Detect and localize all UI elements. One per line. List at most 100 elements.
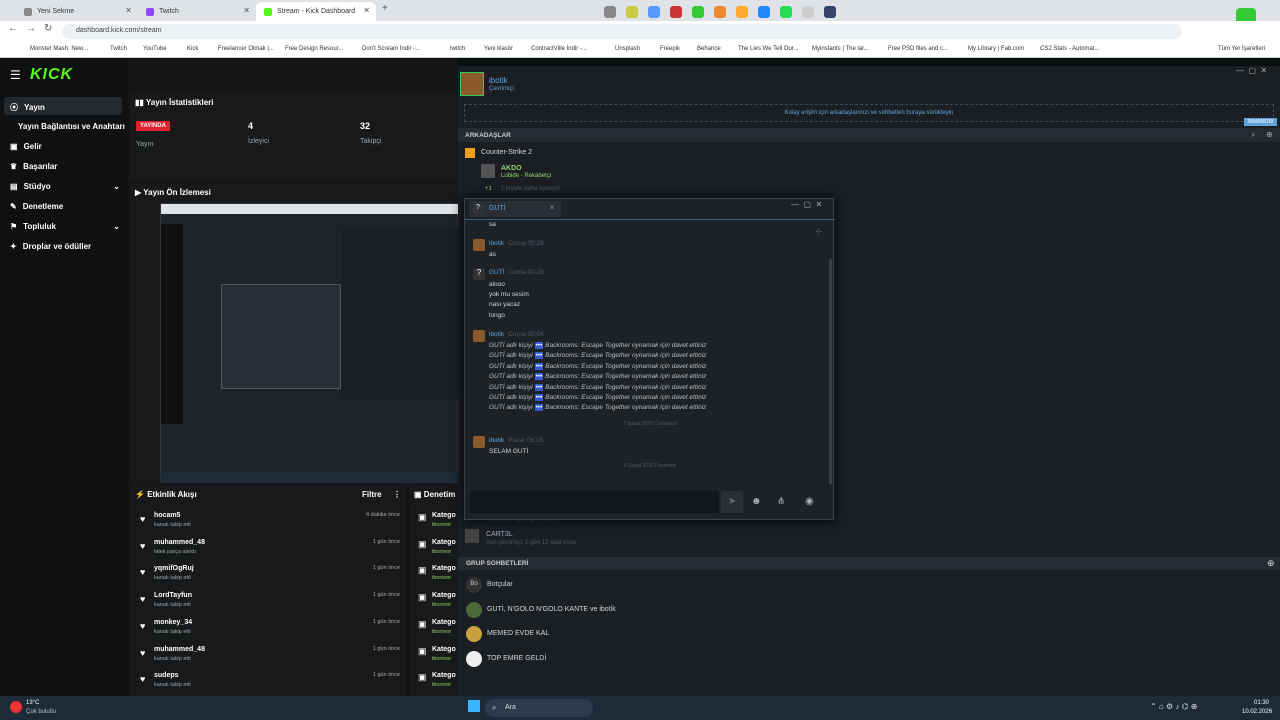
user-name[interactable]: ibotik — [489, 76, 508, 85]
group-avatar[interactable]: Bo — [466, 577, 482, 593]
bookmark-item[interactable]: Monster Mash: New... — [30, 46, 88, 52]
chat-scrollbar[interactable] — [829, 259, 832, 484]
search-icon[interactable]: ⌕ — [1251, 130, 1255, 140]
event-user[interactable]: hocam5 — [154, 512, 180, 519]
user-status[interactable]: Çevrimiçi — [489, 86, 514, 92]
event-user[interactable]: yqmifOgRuj — [154, 565, 194, 572]
taskbar-app-icon[interactable] — [604, 6, 616, 18]
bookmark-item[interactable]: YouTube — [143, 46, 167, 52]
bookmark-item[interactable]: Tüm Yer İşaretleri — [1218, 46, 1265, 52]
bookmark-item[interactable]: Free Design Resour... — [285, 46, 343, 52]
kick-logo[interactable]: KICK — [30, 66, 73, 84]
reload-icon[interactable]: ↻ — [44, 23, 52, 34]
group-name[interactable]: Botçular — [487, 581, 513, 588]
taskbar-app-icon[interactable] — [714, 6, 726, 18]
close-icon[interactable]: ✕ — [549, 204, 555, 212]
mod-item[interactable]: Katego — [432, 565, 456, 572]
sidebar-item-basarilar[interactable]: ♛ Başarılar — [10, 162, 57, 171]
attach-icon[interactable]: ⋔ — [777, 496, 785, 507]
tab-twitch[interactable]: Twitch ✕ — [138, 2, 256, 21]
bookmark-item[interactable]: Twitch — [110, 46, 127, 52]
tray-icons[interactable]: ⌃ ⌂ ⚙ ♪ ⌬ ⊕ — [1150, 702, 1198, 711]
event-user[interactable]: sudeps — [154, 672, 179, 679]
taskbar-search[interactable] — [485, 699, 593, 717]
tab-kick-dashboard[interactable]: Stream - Kick Dashboard ✕ — [256, 2, 376, 21]
bookmark-item[interactable]: twitch — [450, 46, 465, 52]
taskbar-app-icon[interactable] — [824, 6, 836, 18]
add-friend-icon[interactable]: ⊕ — [1266, 130, 1273, 139]
event-user[interactable]: muhammed_48 — [154, 539, 205, 546]
new-tab-button[interactable]: + — [382, 3, 388, 14]
close-icon[interactable]: ✕ — [363, 6, 370, 15]
taskbar-app-icon[interactable] — [758, 6, 770, 18]
tab-new[interactable]: Yeni Sekme ✕ — [16, 2, 138, 21]
back-icon[interactable]: ← — [8, 23, 18, 34]
sidebar-item-gelir[interactable]: ▣ Gelir — [10, 142, 42, 151]
event-user[interactable]: monkey_34 — [154, 619, 192, 626]
chat-window-controls[interactable]: — ▢ ✕ — [791, 200, 822, 209]
emoji-icon[interactable]: ☻ — [751, 496, 762, 507]
sidebar-item-droplar[interactable]: ✦ Droplar ve ödüller — [10, 242, 91, 251]
friend-avatar[interactable] — [481, 164, 495, 178]
bookmark-item[interactable]: Kick — [187, 46, 198, 52]
message-input[interactable] — [469, 491, 719, 513]
close-icon[interactable]: ✕ — [243, 6, 250, 15]
add-group-icon[interactable]: ⊕ — [1267, 558, 1275, 569]
weather-icon[interactable] — [10, 701, 22, 713]
bookmark-item[interactable]: Yeni klasör — [484, 46, 513, 52]
group-name[interactable]: TOP EMRE GELDİ — [487, 655, 546, 662]
url-field[interactable]: dashboard.kick.com/stream — [62, 24, 1182, 39]
weather-temp[interactable]: 13°C — [26, 700, 39, 706]
bookmark-item[interactable]: My Library | Fab.com — [968, 46, 1024, 52]
close-icon[interactable]: ✕ — [125, 6, 132, 15]
bookmark-item[interactable]: Freepik — [660, 46, 680, 52]
group-avatar[interactable] — [466, 601, 482, 618]
group-avatar[interactable] — [466, 650, 482, 667]
pin-icon[interactable]: ⊹ — [815, 227, 822, 236]
clock-date[interactable]: 10.02.2026 — [1242, 709, 1272, 715]
taskbar-app-icon[interactable] — [736, 6, 748, 18]
mod-item[interactable]: Katego — [432, 646, 456, 653]
sidebar-item-topluluk[interactable]: ⚑ Topluluk ⌄ — [10, 222, 120, 231]
event-user[interactable]: muhammed_48 — [154, 646, 205, 653]
taskbar-app-icon[interactable] — [802, 6, 814, 18]
window-controls[interactable]: — ▢ ✕ — [1236, 66, 1267, 75]
bookmark-item[interactable]: CS2 Stats - Automat... — [1040, 46, 1099, 52]
group-name[interactable]: GUTİ, N'GOLO N'GOLO KANTE ve ibotik — [487, 606, 616, 613]
tamamori-badge[interactable]: TAMAMORI — [1244, 118, 1277, 126]
mod-item[interactable]: Katego — [432, 512, 456, 519]
windows-start-icon[interactable] — [468, 700, 480, 712]
sidebar-item-studyo[interactable]: ▤ Stüdyo ⌄ — [10, 182, 120, 191]
friend-name[interactable]: AKDO — [501, 165, 522, 172]
mod-item[interactable]: Katego — [432, 672, 456, 679]
taskbar-app-icon[interactable] — [780, 6, 792, 18]
taskbar-app-icon[interactable] — [670, 6, 682, 18]
group-name[interactable]: MEMED EVDE KAL — [487, 630, 549, 637]
bookmark-item[interactable]: Behance — [697, 46, 721, 52]
user-avatar[interactable] — [460, 72, 484, 96]
bookmark-item[interactable]: Don't Scream İndir -... — [362, 46, 420, 52]
bookmark-item[interactable]: Unsplash — [615, 46, 640, 52]
taskbar-app-icon[interactable] — [648, 6, 660, 18]
menu-icon[interactable]: ☰ — [10, 68, 21, 82]
event-user[interactable]: LordTayfun — [154, 592, 192, 599]
forward-icon[interactable]: → — [26, 23, 36, 34]
sidebar-item-denetleme[interactable]: ✎ Denetleme — [10, 202, 63, 211]
bookmark-item[interactable]: Freelancer Olmak |... — [218, 46, 274, 52]
taskbar-app-icon[interactable] — [692, 6, 704, 18]
mod-item[interactable]: Katego — [432, 539, 456, 546]
mod-item[interactable]: Katego — [432, 592, 456, 599]
filter-button[interactable]: Filtre — [362, 490, 382, 499]
bookmark-item[interactable]: ContractVille İndir -... — [531, 46, 587, 52]
more-icon[interactable]: ⋮ — [393, 490, 401, 499]
offline-avatar[interactable] — [465, 529, 479, 543]
send-icon[interactable]: ➤ — [721, 491, 743, 513]
stream-preview-video[interactable] — [160, 203, 459, 483]
clock-time[interactable]: 01:30 — [1254, 700, 1269, 706]
sidebar-item-yayin[interactable]: ⦿ Yayın — [10, 102, 45, 113]
bookmark-item[interactable]: The Lies We Tell Our... — [738, 46, 798, 52]
offline-friend-name[interactable]: CART3L — [486, 531, 513, 538]
taskbar-app-icon[interactable] — [626, 6, 638, 18]
bookmark-item[interactable]: Free PSD files and c... — [888, 46, 948, 52]
mod-item[interactable]: Katego — [432, 619, 456, 626]
